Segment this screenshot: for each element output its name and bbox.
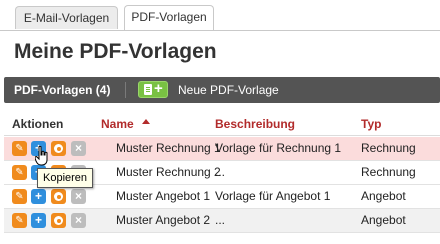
table-row[interactable]: ✎ + × Muster Angebot 2 ... Angebot — [4, 209, 440, 233]
template-type: Angebot — [361, 213, 406, 227]
tooltip-copy: Kopieren — [37, 168, 94, 188]
header-divider — [4, 135, 440, 136]
template-description: ... — [215, 165, 226, 179]
template-type: Rechnung — [361, 141, 416, 155]
table-row[interactable]: ✎ + × Muster Rechnung 1 Vorlage für Rech… — [4, 137, 440, 161]
table-row[interactable]: ✎ + × Muster Angebot 1 Vorlage für Angeb… — [4, 185, 440, 209]
toolbar-divider — [125, 82, 126, 98]
toolbar: PDF-Vorlagen (4) + Neue PDF-Vorlage — [4, 77, 440, 103]
new-pdf-template-button[interactable]: + — [138, 80, 168, 98]
template-description: ... — [215, 213, 226, 227]
hand-cursor-icon — [35, 146, 48, 166]
column-header-name[interactable]: Name — [101, 117, 134, 131]
template-description: Vorlage für Angebot 1 — [215, 189, 331, 203]
delete-x-icon[interactable]: × — [71, 189, 86, 204]
template-name: Muster Rechnung 1 — [116, 141, 221, 155]
column-header-type[interactable]: Typ — [361, 117, 381, 131]
add-document-icon — [144, 84, 152, 95]
delete-x-icon[interactable]: × — [71, 213, 86, 228]
sort-ascending-icon[interactable] — [142, 119, 150, 124]
column-header-actions: Aktionen — [12, 117, 64, 131]
page-title: Meine PDF-Vorlagen — [14, 40, 217, 63]
template-name: Muster Angebot 2 — [116, 213, 211, 227]
tab-pdf-templates[interactable]: PDF-Vorlagen — [124, 5, 214, 30]
edit-wrench-icon[interactable]: ✎ — [12, 189, 27, 204]
template-name: Muster Rechnung 2 — [116, 165, 221, 179]
copy-plus-icon[interactable]: + — [31, 213, 46, 228]
copy-plus-icon[interactable]: + — [31, 189, 46, 204]
template-name: Muster Angebot 1 — [116, 189, 211, 203]
new-pdf-template-link[interactable]: Neue PDF-Vorlage — [178, 77, 279, 103]
template-description: Vorlage für Rechnung 1 — [215, 141, 342, 155]
column-header-description[interactable]: Beschreibung — [215, 117, 295, 131]
plus-icon: + — [154, 80, 163, 97]
template-type: Rechnung — [361, 165, 416, 179]
edit-wrench-icon[interactable]: ✎ — [12, 213, 27, 228]
section-label: PDF-Vorlagen (4) — [14, 83, 111, 97]
template-type: Angebot — [361, 189, 406, 203]
settings-gear-icon[interactable] — [51, 141, 66, 156]
delete-x-icon[interactable]: × — [71, 141, 86, 156]
tab-email-templates[interactable]: E-Mail-Vorlagen — [15, 6, 118, 29]
settings-gear-icon[interactable] — [51, 189, 66, 204]
edit-wrench-icon[interactable]: ✎ — [12, 165, 27, 180]
tab-bar: E-Mail-Vorlagen PDF-Vorlagen — [0, 0, 440, 31]
settings-gear-icon[interactable] — [51, 213, 66, 228]
edit-wrench-icon[interactable]: ✎ — [12, 141, 27, 156]
